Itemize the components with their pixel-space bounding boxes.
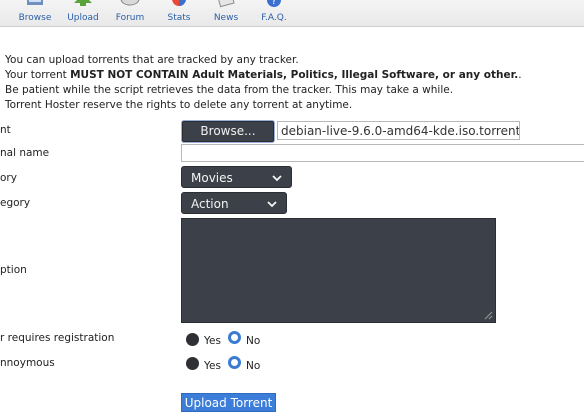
- torrent-name-input[interactable]: [181, 144, 584, 162]
- browse-icon: [27, 0, 43, 5]
- faq-icon: ?: [267, 0, 281, 7]
- anonymous-yes-radio[interactable]: [186, 357, 199, 370]
- nav-faq[interactable]: ? F.A.Q.: [252, 0, 296, 26]
- nav-stats[interactable]: Stats: [157, 0, 201, 26]
- note-line-2-prefix: Your torrent: [5, 69, 71, 81]
- upload-icon: [74, 0, 92, 6]
- chevron-down-icon: [267, 201, 277, 208]
- top-nav: Browse Upload Forum Stats News ? F.A.Q.: [0, 0, 584, 27]
- browse-file-button[interactable]: Browse...: [182, 121, 274, 142]
- note-line-2-suffix: .: [518, 69, 522, 81]
- torrent-file-label: nt: [0, 124, 11, 136]
- description-label: ption: [0, 264, 27, 276]
- resize-grip-icon[interactable]: [484, 311, 493, 320]
- category-value: Movies: [191, 171, 233, 185]
- forum-icon: [120, 0, 140, 6]
- note-line-1: You can upload torrents that are tracked…: [5, 54, 299, 66]
- nav-upload[interactable]: Upload: [61, 0, 105, 26]
- nav-browse-label: Browse: [18, 13, 52, 23]
- description-textarea[interactable]: [181, 218, 496, 323]
- nav-browse[interactable]: Browse: [13, 0, 57, 26]
- note-line-2-bold: MUST NOT CONTAIN Adult Materials, Politi…: [70, 69, 519, 81]
- nav-news-label: News: [213, 13, 239, 23]
- anonymous-no-label: No: [246, 360, 261, 372]
- note-line-4: Torrent Hoster reserve the rights to del…: [5, 99, 353, 111]
- registration-no-radio[interactable]: [228, 331, 241, 344]
- nav-stats-label: Stats: [167, 13, 191, 23]
- registration-label: r requires registration: [0, 332, 115, 344]
- anonymous-no-radio[interactable]: [228, 356, 241, 369]
- upload-instructions: You can upload torrents that are tracked…: [5, 53, 580, 113]
- nav-forum-label: Forum: [115, 13, 145, 23]
- stats-icon: [172, 0, 186, 6]
- nav-upload-label: Upload: [67, 13, 99, 23]
- nav-news[interactable]: News: [204, 0, 248, 26]
- selected-file-name: debian-live-9.6.0-amd64-kde.iso.torrent: [277, 121, 520, 140]
- subcategory-label: egory: [0, 197, 31, 209]
- note-line-2: Your torrent MUST NOT CONTAIN Adult Mate…: [5, 68, 580, 83]
- chevron-down-icon: [272, 175, 282, 182]
- registration-yes-label: Yes: [204, 335, 221, 347]
- nav-forum[interactable]: Forum: [108, 0, 152, 26]
- category-select[interactable]: Movies: [181, 166, 292, 188]
- nav-faq-label: F.A.Q.: [261, 13, 287, 23]
- category-label: ory: [0, 172, 17, 184]
- subcategory-select[interactable]: Action: [181, 192, 287, 214]
- name-label: nal name: [0, 147, 50, 159]
- registration-yes-radio[interactable]: [186, 333, 199, 346]
- subcategory-value: Action: [191, 197, 229, 211]
- anonymous-yes-label: Yes: [204, 360, 221, 372]
- news-icon: [217, 0, 235, 8]
- registration-no-label: No: [246, 335, 261, 347]
- anonymous-label: nnoymous: [0, 357, 55, 369]
- note-line-3: Be patient while the script retrieves th…: [5, 84, 454, 96]
- upload-torrent-button[interactable]: Upload Torrent: [181, 393, 276, 412]
- svg-text:?: ?: [271, 0, 276, 7]
